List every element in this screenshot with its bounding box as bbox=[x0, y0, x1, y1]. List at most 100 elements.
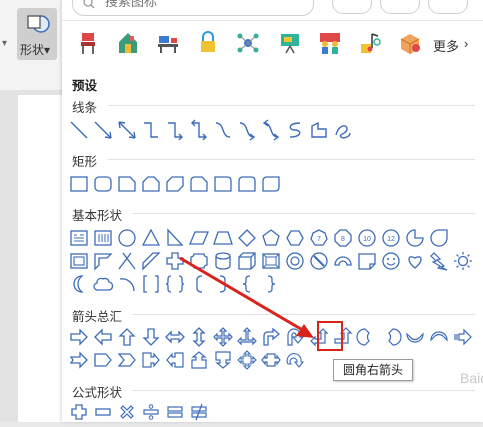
hexagon-shape[interactable] bbox=[285, 228, 305, 248]
double-arrow-line-shape[interactable] bbox=[117, 120, 137, 140]
curved-up-arrow-shape[interactable] bbox=[405, 327, 425, 347]
up-down-arrow-shape[interactable] bbox=[189, 327, 209, 347]
left-bracket-shape[interactable] bbox=[189, 274, 209, 294]
quad-arrow-shape[interactable] bbox=[213, 327, 233, 347]
right-arrow-callout-shape[interactable] bbox=[141, 350, 161, 370]
triangle-shape[interactable] bbox=[141, 228, 161, 248]
round-single-corner-rectangle-shape[interactable] bbox=[213, 174, 233, 194]
snip-same-side-rectangle-shape[interactable] bbox=[141, 174, 161, 194]
arc-shape[interactable] bbox=[117, 274, 137, 294]
snip-diagonal-rectangle-shape[interactable] bbox=[165, 174, 185, 194]
curved-right-arrow-shape[interactable] bbox=[356, 327, 377, 347]
textbox-shape[interactable] bbox=[69, 228, 89, 248]
pentagon-shape[interactable] bbox=[261, 228, 281, 248]
plaque-shape[interactable] bbox=[189, 251, 209, 271]
chevron-shape[interactable] bbox=[117, 350, 137, 370]
moon-shape[interactable] bbox=[69, 274, 89, 294]
scribble-shape[interactable] bbox=[333, 120, 353, 140]
presentation-icon[interactable] bbox=[278, 30, 302, 56]
left-right-arrow-shape[interactable] bbox=[165, 327, 185, 347]
can-shape[interactable] bbox=[213, 251, 233, 271]
left-right-up-arrow-shape[interactable] bbox=[237, 327, 257, 347]
pie-shape[interactable] bbox=[405, 228, 425, 248]
team-icon[interactable] bbox=[318, 30, 342, 56]
l-shape[interactable] bbox=[117, 251, 137, 271]
decagon-shape[interactable]: 10 bbox=[357, 228, 377, 248]
snip-round-rectangle-shape[interactable] bbox=[189, 174, 209, 194]
right-bracket-shape[interactable] bbox=[213, 274, 233, 294]
bevel-shape[interactable] bbox=[261, 251, 281, 271]
quad-arrow-callout-shape[interactable] bbox=[237, 350, 257, 370]
network-icon[interactable] bbox=[236, 30, 260, 56]
parallelogram-shape[interactable] bbox=[189, 228, 209, 248]
left-brace-shape[interactable] bbox=[237, 274, 257, 294]
right-triangle-shape[interactable] bbox=[165, 228, 185, 248]
teardrop-shape[interactable] bbox=[429, 228, 449, 248]
elbow-arrow-connector-shape[interactable] bbox=[165, 120, 185, 141]
pentagon-arrow-shape[interactable] bbox=[93, 350, 113, 370]
right-brace-shape[interactable] bbox=[261, 274, 281, 294]
house-icon[interactable] bbox=[116, 30, 140, 56]
round-same-side-rectangle-shape[interactable] bbox=[237, 174, 257, 194]
curved-arrow-connector-shape[interactable] bbox=[237, 120, 257, 141]
curved-connector-shape[interactable] bbox=[213, 120, 233, 140]
curved-double-arrow-connector-shape[interactable] bbox=[261, 119, 281, 141]
right-arrow-shape[interactable] bbox=[69, 327, 89, 347]
chevron-down-icon[interactable]: ▾ bbox=[2, 38, 7, 49]
u-turn-arrow-shape[interactable] bbox=[285, 327, 305, 347]
up-arrow-callout-shape[interactable] bbox=[189, 350, 209, 370]
heptagon-shape[interactable]: 7 bbox=[309, 228, 329, 248]
diagonal-stripe-shape[interactable] bbox=[141, 251, 161, 271]
chair-icon[interactable] bbox=[76, 30, 100, 56]
frame-shape[interactable] bbox=[69, 251, 89, 271]
down-arrow-callout-shape[interactable] bbox=[213, 350, 233, 370]
shape-button[interactable]: 形状▾ bbox=[17, 8, 57, 60]
dodecagon-shape[interactable]: 12 bbox=[381, 228, 401, 248]
multiply-sign-shape[interactable] bbox=[117, 402, 137, 422]
equal-sign-shape[interactable] bbox=[165, 402, 185, 422]
left-arrow-shape[interactable] bbox=[93, 327, 113, 347]
curved-left-arrow-shape[interactable] bbox=[381, 327, 402, 347]
ellipse-shape[interactable] bbox=[117, 228, 137, 248]
more-icons-link[interactable]: 更多 bbox=[433, 36, 459, 55]
notched-right-arrow-shape[interactable] bbox=[69, 350, 89, 370]
donut-shape[interactable] bbox=[285, 251, 305, 271]
smiley-face-shape[interactable] bbox=[381, 251, 401, 271]
block-arc-shape[interactable] bbox=[333, 251, 353, 271]
cube-shape[interactable] bbox=[237, 251, 257, 271]
elbow-connector-shape[interactable] bbox=[141, 120, 161, 140]
octagon-shape[interactable]: 8 bbox=[333, 228, 353, 248]
down-arrow-shape[interactable] bbox=[141, 327, 161, 347]
striped-right-arrow-shape[interactable] bbox=[453, 327, 473, 347]
curved-down-arrow-shape[interactable] bbox=[429, 327, 449, 347]
filter-pill-3[interactable] bbox=[428, 0, 468, 14]
filter-pill-1[interactable] bbox=[332, 0, 372, 14]
circular-arrow-shape[interactable] bbox=[285, 350, 305, 370]
up-arrow-shape[interactable] bbox=[117, 327, 137, 347]
arrow-line-shape[interactable] bbox=[93, 120, 113, 140]
rectangle-shape[interactable] bbox=[69, 174, 89, 194]
curve-shape[interactable] bbox=[285, 120, 305, 140]
lock-icon[interactable] bbox=[196, 30, 220, 56]
plus-sign-shape[interactable] bbox=[69, 402, 89, 422]
line-shape[interactable] bbox=[69, 120, 89, 140]
heart-shape[interactable] bbox=[405, 251, 425, 271]
round-diagonal-rectangle-shape[interactable] bbox=[261, 174, 281, 194]
vertical-textbox-shape[interactable] bbox=[93, 228, 113, 248]
music-icon[interactable] bbox=[358, 30, 382, 56]
gift-box-icon[interactable] bbox=[398, 30, 422, 56]
filter-pill-2[interactable] bbox=[380, 0, 420, 14]
snip-single-corner-rectangle-shape[interactable] bbox=[117, 174, 137, 194]
trapezoid-shape[interactable] bbox=[213, 228, 233, 248]
folded-corner-shape[interactable] bbox=[357, 251, 377, 271]
minus-sign-shape[interactable] bbox=[93, 402, 113, 422]
no-symbol-shape[interactable] bbox=[309, 251, 329, 271]
document-page[interactable] bbox=[18, 95, 62, 422]
bent-arrow-shape[interactable] bbox=[261, 327, 281, 347]
diamond-shape[interactable] bbox=[237, 228, 257, 248]
freeform-shape[interactable] bbox=[309, 120, 329, 140]
sun-shape[interactable] bbox=[453, 251, 473, 271]
lightning-bolt-shape[interactable] bbox=[429, 251, 449, 271]
double-bracket-shape[interactable] bbox=[141, 274, 161, 294]
division-sign-shape[interactable] bbox=[141, 402, 161, 422]
